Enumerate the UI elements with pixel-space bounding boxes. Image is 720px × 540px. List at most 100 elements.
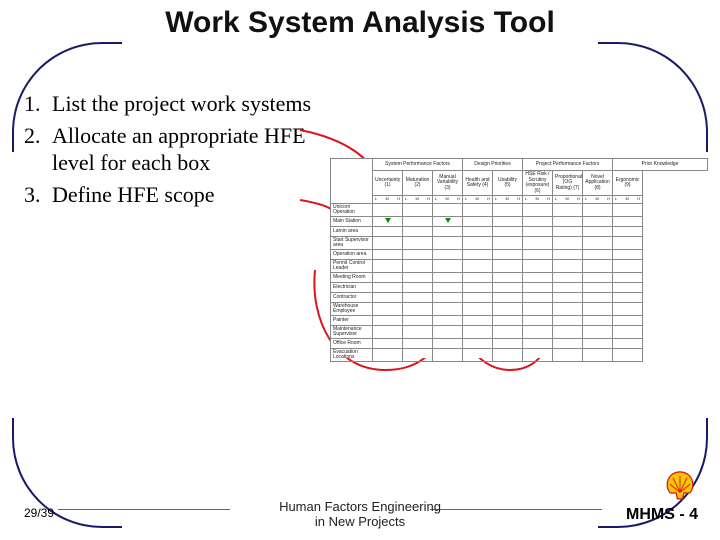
page-title: Work System Analysis Tool (0, 6, 720, 40)
matrix-cell (553, 250, 583, 260)
matrix-cell (523, 250, 553, 260)
matrix-cell (613, 273, 643, 283)
matrix-cell (553, 316, 583, 326)
analysis-matrix: System Performance Factors Design Priori… (330, 158, 708, 358)
matrix-cell (523, 283, 553, 293)
row-label: Meeting Room (331, 273, 373, 283)
scale-cell: LMH (433, 196, 463, 204)
table-row: Main Station (331, 217, 708, 227)
matrix-cell (463, 293, 493, 303)
step-text: Allocate an appropriate HFE level for ea… (52, 122, 324, 177)
row-label: Permit Control Leader (331, 260, 373, 273)
group-header: Prior Knowledge (613, 159, 708, 171)
matrix-cell (493, 316, 523, 326)
scale-row: LMHLMHLMHLMHLMHLMHLMHLMHLMH (331, 196, 708, 204)
matrix-cell (583, 237, 613, 250)
matrix-cell (583, 316, 613, 326)
matrix-cell (433, 293, 463, 303)
matrix-cell (433, 339, 463, 349)
matrix-cell (553, 303, 583, 316)
matrix-cell (463, 204, 493, 217)
matrix-cell (613, 349, 643, 362)
matrix-cell (433, 217, 463, 227)
matrix-cell (493, 204, 523, 217)
matrix-cell (613, 293, 643, 303)
sub-header: Proportionality (OG Rating) (7) (553, 171, 583, 196)
matrix-cell (463, 339, 493, 349)
matrix-cell (493, 349, 523, 362)
corner-frame (598, 42, 708, 152)
matrix-cell (373, 339, 403, 349)
table-row: Meeting Room (331, 273, 708, 283)
matrix-cell (433, 283, 463, 293)
group-header: System Performance Factors (373, 159, 463, 171)
matrix-cell (553, 260, 583, 273)
matrix-cell (523, 326, 553, 339)
matrix-cell (403, 339, 433, 349)
row-label: Evacuation Locations (331, 349, 373, 362)
table-row: Warehouse Employee (331, 303, 708, 316)
matrix-cell (373, 237, 403, 250)
matrix-cell (433, 204, 463, 217)
matrix-cell (403, 293, 433, 303)
matrix-cell (553, 237, 583, 250)
matrix-cell (403, 303, 433, 316)
matrix-cell (433, 303, 463, 316)
matrix-cell (463, 273, 493, 283)
matrix-cell (403, 237, 433, 250)
sub-header: Usability (5) (493, 171, 523, 196)
matrix-cell (433, 260, 463, 273)
matrix-cell (463, 349, 493, 362)
matrix-cell (403, 204, 433, 217)
matrix-cell (463, 260, 493, 273)
matrix-cell (433, 349, 463, 362)
matrix-cell (433, 326, 463, 339)
matrix-cell (583, 349, 613, 362)
footer-code: MHMS - 4 (626, 506, 698, 524)
matrix-cell (373, 316, 403, 326)
matrix-table: System Performance Factors Design Priori… (330, 158, 708, 362)
matrix-cell (523, 217, 553, 227)
table-row: Office Room (331, 339, 708, 349)
matrix-cell (613, 283, 643, 293)
matrix-cell (613, 260, 643, 273)
matrix-cell (463, 326, 493, 339)
matrix-cell (463, 237, 493, 250)
scale-cell: LMH (463, 196, 493, 204)
table-row: Evacuation Locations (331, 349, 708, 362)
matrix-cell (463, 250, 493, 260)
group-header-row: System Performance Factors Design Priori… (331, 159, 708, 171)
scale-cell: LMH (493, 196, 523, 204)
matrix-cell (373, 293, 403, 303)
matrix-cell (463, 316, 493, 326)
matrix-cell (493, 227, 523, 237)
matrix-cell (463, 303, 493, 316)
table-row: Contractor (331, 293, 708, 303)
matrix-cell (523, 339, 553, 349)
matrix-cell (583, 273, 613, 283)
scale-cell: LMH (403, 196, 433, 204)
matrix-cell (433, 273, 463, 283)
matrix-cell (433, 250, 463, 260)
row-label: Operation area (331, 250, 373, 260)
matrix-cell (523, 204, 553, 217)
matrix-cell (433, 227, 463, 237)
matrix-cell (493, 217, 523, 227)
step-item: List the project work systems (24, 90, 324, 118)
matrix-cell (613, 217, 643, 227)
table-row: Maintenance Supervisor (331, 326, 708, 339)
matrix-cell (583, 217, 613, 227)
matrix-cell (463, 283, 493, 293)
table-row: Lamin area (331, 227, 708, 237)
matrix-cell (613, 316, 643, 326)
sub-header: Novel Application (8) (583, 171, 613, 196)
scale-cell: LMH (373, 196, 403, 204)
matrix-cell (403, 227, 433, 237)
matrix-cell (493, 339, 523, 349)
matrix-cell (373, 260, 403, 273)
sub-header-row: Uncertainty (1)Maturation (2)Manual Vari… (331, 171, 708, 196)
matrix-cell (523, 237, 553, 250)
matrix-cell (613, 237, 643, 250)
row-label: Unicorn Operation (331, 204, 373, 217)
step-list: List the project work systems Allocate a… (24, 90, 324, 212)
